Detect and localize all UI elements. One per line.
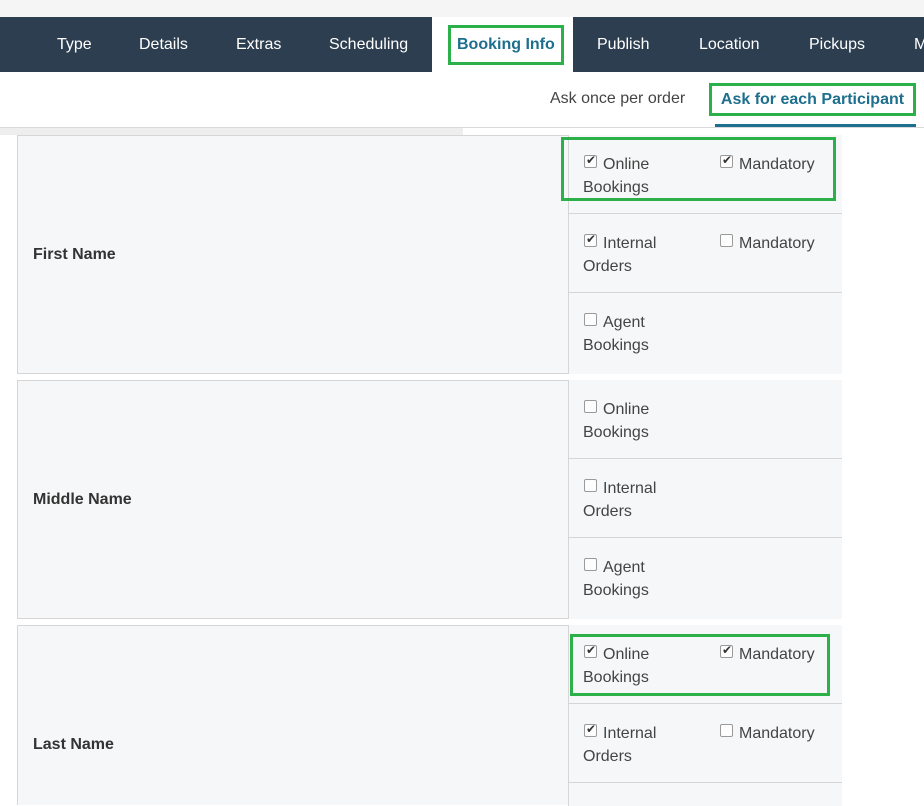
tab-booking-info-label: Booking Info <box>448 25 564 65</box>
option-online-bookings: OnlineBookings Mandatory <box>569 135 842 214</box>
mandatory-checkbox[interactable] <box>720 724 733 737</box>
option-agent-bookings: Agent Bookings <box>569 538 842 617</box>
online-bookings-label: Online Bookings <box>583 156 650 196</box>
mandatory-label: Mandatory <box>739 156 815 173</box>
field-first-name: First Name OnlineBookings Mandatory Inte… <box>17 135 842 374</box>
tab-scheduling[interactable]: Scheduling <box>329 17 408 72</box>
option-internal-orders: Internal Orders <box>569 459 842 538</box>
subtab-bar: Ask once per order Ask for each Particip… <box>0 72 924 128</box>
divider-strip <box>0 128 463 135</box>
agent-bookings-label: Agent Bookings <box>583 559 649 599</box>
mandatory-checkbox[interactable] <box>720 234 733 247</box>
tab-bar: Type Details Extras Scheduling Booking I… <box>0 17 924 72</box>
internal-orders-label: Internal Orders <box>583 480 657 520</box>
top-strip <box>0 0 924 17</box>
internal-orders-label: Internal Orders <box>583 235 657 275</box>
subtab-ask-for-each-participant[interactable]: Ask for each Participant <box>709 83 916 116</box>
field-label: Last Name <box>33 736 114 753</box>
subtab-ask-once-per-order[interactable]: Ask once per order <box>550 83 685 115</box>
booking-channel-options: OnlineBookings Mandatory InternalOrders … <box>568 625 842 806</box>
booking-channel-options: OnlineBookings Mandatory InternalOrders … <box>568 135 842 374</box>
option-online-bookings: Online Bookings <box>569 380 842 459</box>
tab-booking-info[interactable]: Booking Info <box>432 17 573 72</box>
online-bookings-label: Online Bookings <box>583 646 650 686</box>
field-middle-name: Middle Name Online Bookings Internal Order… <box>17 380 842 619</box>
option-internal-orders: InternalOrders Mandatory <box>569 214 842 293</box>
active-subtab-underline <box>715 124 916 127</box>
field-last-name: Last Name OnlineBookings Mandatory Inter… <box>17 625 842 806</box>
tab-type[interactable]: Type <box>57 17 92 72</box>
online-bookings-label: Online Bookings <box>583 401 650 441</box>
field-label: First Name <box>33 246 116 263</box>
booking-channel-options: Online Bookings Internal Orders Agent Booki… <box>568 380 842 619</box>
tab-publish[interactable]: Publish <box>597 17 649 72</box>
tab-more[interactable]: M <box>914 17 924 72</box>
option-internal-orders: InternalOrders Mandatory <box>569 704 842 783</box>
option-agent-bookings: Agent Bookings <box>569 293 842 372</box>
mandatory-label: Mandatory <box>739 725 815 742</box>
mandatory-label: Mandatory <box>739 235 815 252</box>
tab-details[interactable]: Details <box>139 17 188 72</box>
field-label: Middle Name <box>33 491 132 508</box>
mandatory-label: Mandatory <box>739 646 815 663</box>
tab-location[interactable]: Location <box>699 17 760 72</box>
internal-orders-label: Internal Orders <box>583 725 657 765</box>
agent-bookings-label: Agent Bookings <box>583 314 649 354</box>
mandatory-checkbox[interactable] <box>720 153 733 168</box>
option-online-bookings: OnlineBookings Mandatory <box>569 625 842 704</box>
tab-extras[interactable]: Extras <box>236 17 281 72</box>
mandatory-checkbox[interactable] <box>720 643 733 658</box>
tab-pickups[interactable]: Pickups <box>809 17 865 72</box>
